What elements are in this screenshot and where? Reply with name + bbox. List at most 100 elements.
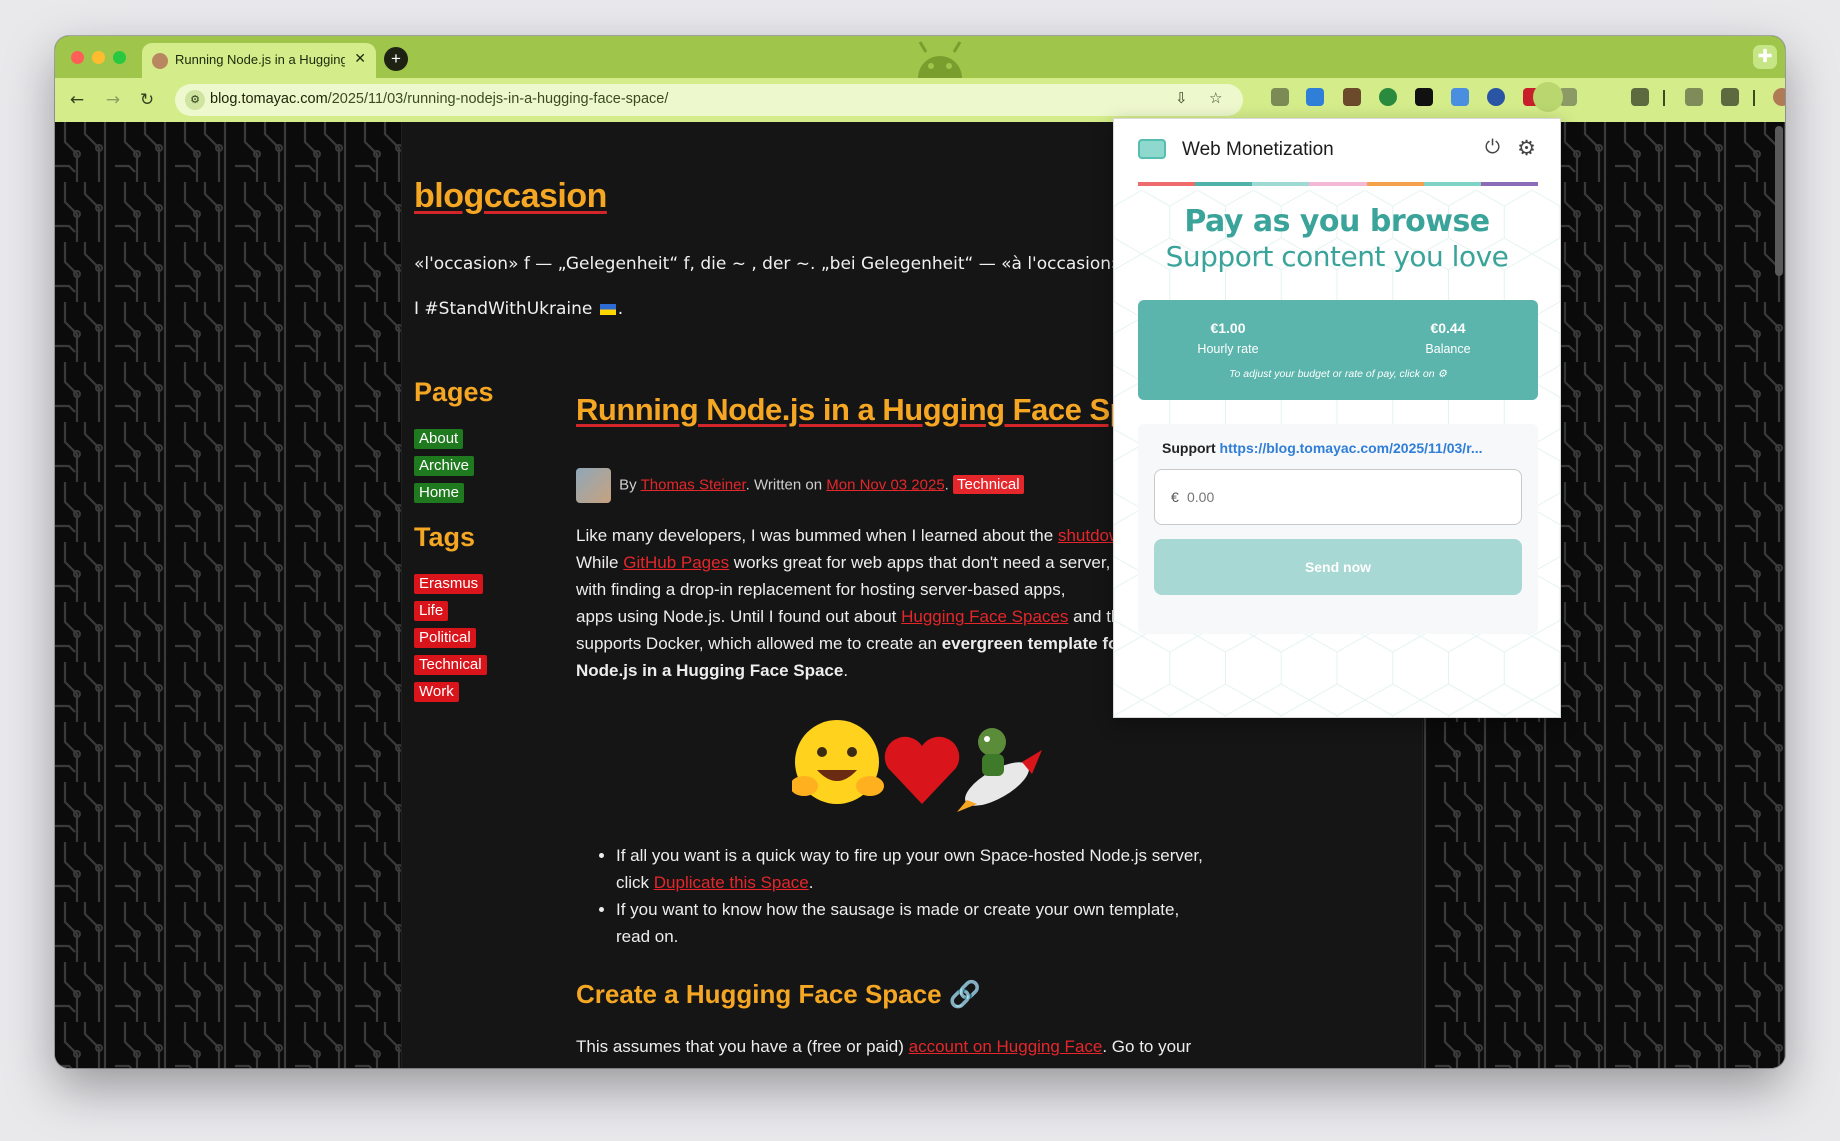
amount-field[interactable]: € [1154,469,1522,525]
text: supports Docker, which allowed me to cre… [576,634,942,653]
support-url: https://blog.tomayac.com/2025/11/03/r... [1219,440,1483,456]
bookmark-star-icon[interactable]: ☆ [1209,89,1222,107]
tab-active[interactable]: Running Node.js in a Hugging Face Space … [142,43,376,78]
settings-gear-icon[interactable]: ⚙ [1517,136,1536,161]
text: This assumes that you have a (free or pa… [576,1037,909,1056]
hourly-rate-label: Hourly rate [1197,342,1259,356]
category-badge[interactable]: Technical [953,475,1024,495]
tag-link-work[interactable]: Work [414,682,459,702]
address-bar[interactable]: ⚙ blog.tomayac.com/2025/11/03/running-no… [175,84,1243,116]
extension-icon[interactable] [1451,88,1469,106]
tag-link-political[interactable]: Political [414,628,476,648]
tab-close-icon[interactable]: ✕ [354,50,366,67]
android-theme-icon [918,41,962,78]
hugging-face-icon [792,720,884,804]
github-pages-link[interactable]: GitHub Pages [623,553,729,572]
hf-spaces-link[interactable]: Hugging Face Spaces [901,607,1068,626]
toolbar: ← → ↻ ⚙ blog.tomayac.com/2025/11/03/runn… [55,78,1785,122]
profile-plus-icon[interactable]: ✚ [1753,45,1777,69]
text: click [616,873,654,892]
power-icon[interactable]: ⏻ [1485,137,1500,159]
ukraine-suffix: . [617,299,624,319]
color-stripe [1138,182,1538,186]
back-icon[interactable]: ← [65,88,89,112]
list-item: If all you want is a quick way to fire u… [616,842,1236,896]
site-title[interactable]: blogccasion [414,177,607,216]
tag-link-life[interactable]: Life [414,601,449,621]
balance-value: €0.44 [1430,320,1466,336]
text: . [843,661,849,680]
duplicate-space-link[interactable]: Duplicate this Space [654,873,809,892]
list-item: If you want to know how the sausage is m… [616,896,1236,950]
currency-symbol: € [1171,489,1179,505]
balance-label: Balance [1425,342,1471,356]
popup-title: Web Monetization [1182,139,1334,160]
text: read on. [616,927,679,946]
emoji-illustration [792,720,1042,812]
tag-link-erasmus[interactable]: Erasmus [414,574,484,594]
send-now-button[interactable]: Send now [1154,539,1522,595]
hf-account-link[interactable]: account on Hugging Face [909,1037,1103,1056]
web-monetization-logo-icon [1138,139,1166,159]
extension-icon[interactable] [1306,88,1324,106]
text: While [576,553,624,572]
page-scrollbar[interactable] [1775,126,1783,276]
puzzle-extensions-icon[interactable] [1631,88,1649,106]
intro-paragraph: Like many developers, I was bummed when … [576,522,1136,684]
tagline: «l'occasion» f — „Gelegenheit“ f, die ~ … [414,254,1122,274]
forward-icon[interactable]: → [101,88,125,112]
ukraine-flag-icon [599,303,616,315]
text: If all you want is a quick way to fire u… [616,846,1203,865]
popup-headline: Pay as you browse [1184,204,1490,239]
page-link-archive[interactable]: Archive [414,456,475,476]
text: If you want to know how the sausage is m… [616,900,1180,919]
extension-icon[interactable] [1721,88,1739,106]
install-app-icon[interactable]: ⇩ [1175,89,1188,107]
separator [1753,90,1755,106]
avatar[interactable] [1773,88,1785,106]
site-info-icon[interactable]: ⚙ [185,90,205,110]
separator [1663,90,1665,106]
text: Like many developers, I was bummed when … [576,526,1058,545]
extension-icon[interactable] [1343,88,1361,106]
extension-icon[interactable] [1685,88,1703,106]
extension-icon[interactable] [1487,88,1505,106]
minimize-window-button[interactable] [92,51,105,64]
extension-icon[interactable] [1415,88,1433,106]
text-bold: Node.js in a Hugging Face Space [576,661,844,680]
text: works great for web apps that don't need… [729,553,1111,572]
url-text[interactable]: blog.tomayac.com/2025/11/03/running-node… [210,91,668,107]
popup-subheadline: Support content you love [1165,240,1509,273]
text: with finding a drop-in replacement for h… [576,580,1066,599]
text-bold: evergreen template for running [941,634,1136,653]
text: apps using Node.js. Until I found out ab… [576,607,902,626]
bullet-list: If all you want is a quick way to fire u… [576,842,1236,950]
close-window-button[interactable] [71,51,84,64]
post-title[interactable]: Running Node.js in a Hugging Face Space [576,392,1179,428]
date-link[interactable]: Mon Nov 03 2025 [826,476,944,493]
support-form: Support https://blog.tomayac.com/2025/11… [1138,424,1538,634]
page-link-home[interactable]: Home [414,483,465,503]
author-link[interactable]: Thomas Steiner [641,476,746,493]
text: . Go to your [1102,1037,1192,1056]
reload-icon[interactable]: ↻ [135,88,159,112]
extension-icon[interactable] [1271,88,1289,106]
url-host: blog.tomayac.com [210,91,328,107]
nodejs-turtle-rocket-icon [957,728,1042,812]
web-monetization-extension-icon[interactable] [1533,82,1563,112]
ukraine-text: I #StandWithUkraine [414,299,593,319]
tag-link-technical[interactable]: Technical [414,655,487,675]
by-label: By [619,476,637,494]
url-path: /2025/11/03/running-nodejs-in-a-hugging-… [327,91,669,107]
hourly-rate-value: €1.00 [1210,320,1246,336]
extension-icon[interactable] [1379,88,1397,106]
section-heading[interactable]: Create a Hugging Face Space 🔗 [576,979,981,1010]
web-monetization-popup: Web Monetization ⏻ ⚙ Pay as you browse S… [1113,118,1561,718]
popup-header: Web Monetization ⏻ ⚙ [1114,119,1560,179]
new-tab-button[interactable]: + [384,47,408,71]
favicon-icon [152,53,168,69]
page-link-about[interactable]: About [414,429,464,449]
maximize-window-button[interactable] [113,51,126,64]
amount-input[interactable] [1187,484,1487,510]
tab-strip: Running Node.js in a Hugging Face Space … [55,36,1785,78]
